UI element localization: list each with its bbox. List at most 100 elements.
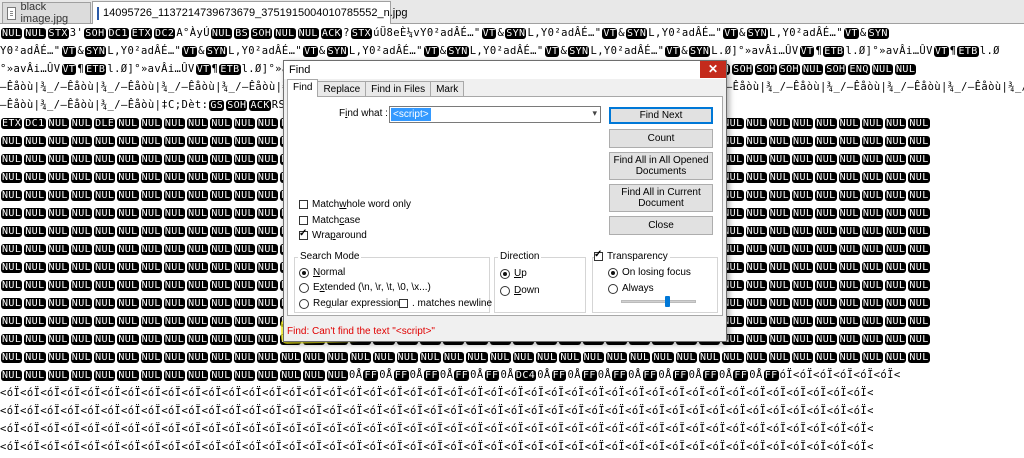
- control-char-token: NUL: [117, 298, 139, 309]
- transparency-on-losing-focus-radio[interactable]: On losing focus: [608, 267, 691, 278]
- text-run: 0Å: [749, 369, 763, 381]
- control-char-token: NUL: [908, 244, 930, 255]
- control-char-token: NUL: [210, 298, 232, 309]
- tab-find-in-files[interactable]: Find in Files: [365, 81, 432, 97]
- text-run: Y0²adÂÉ…": [0, 45, 61, 57]
- control-char-token: NUL: [210, 262, 232, 273]
- wrap-around-checkbox[interactable]: Wrap around: [299, 228, 367, 241]
- control-char-token: NUL: [274, 28, 296, 39]
- control-char-token: VT: [799, 46, 815, 57]
- control-char-token: NUL: [908, 316, 930, 327]
- control-char-token: NUL: [233, 190, 255, 201]
- text-run: L.Ø]°»avÂi…ÛV: [711, 45, 799, 57]
- find-next-button[interactable]: Find Next: [609, 107, 713, 124]
- control-char-token: NUL: [117, 136, 139, 147]
- matches-newline-checkbox[interactable]: . matches newline: [399, 298, 492, 309]
- control-char-token: VT: [665, 46, 681, 57]
- control-char-token: NUL: [745, 208, 767, 219]
- control-char-token: NUL: [256, 316, 279, 327]
- control-char-token: NUL: [1, 280, 23, 291]
- control-char-token: NUL: [908, 136, 930, 147]
- direction-up-radio[interactable]: Up: [500, 268, 527, 279]
- control-char-token: NUL: [210, 370, 232, 381]
- control-char-token: NUL: [94, 154, 116, 165]
- editor-line: NUL NUL NUL NUL NUL NUL NUL NUL NUL NUL NUL NUL NUL N…: [0, 348, 1024, 366]
- control-char-token: NUL: [210, 190, 232, 201]
- find-all-current-button[interactable]: Find All in Current Document: [609, 184, 713, 212]
- text-run: <óÏ<óÏ<óÏ<óÏ<óÏ<óÏ<óÏ<óÏ<óÏ<óÏ<óÏ<óÏ<óÏ<…: [0, 387, 874, 399]
- control-char-token: NUL: [768, 280, 791, 291]
- control-char-token: SOH: [251, 28, 273, 39]
- control-char-token: NUL: [871, 64, 894, 75]
- control-char-token: NUL: [163, 244, 186, 255]
- control-char-token: NUL: [233, 208, 255, 219]
- transparency-always-radio[interactable]: Always: [608, 283, 654, 294]
- chevron-down-icon[interactable]: ▾: [592, 108, 597, 119]
- control-char-token: NUL: [652, 352, 674, 363]
- control-char-token: NUL: [885, 262, 907, 273]
- control-char-token: NUL: [140, 190, 162, 201]
- control-char-token: FF: [581, 370, 597, 381]
- find-what-input[interactable]: <script> ▾: [389, 106, 601, 123]
- close-button[interactable]: Close: [609, 216, 713, 235]
- tab-find[interactable]: Find: [287, 79, 319, 97]
- text-run: l.Ø]°»avÂi…ÛV: [107, 63, 195, 75]
- tab-active-file[interactable]: 14095726_1137214739673679_37519150040107…: [92, 1, 407, 24]
- control-char-token: NUL: [256, 190, 279, 201]
- text-run: &: [859, 27, 867, 39]
- control-char-token: NUL: [297, 28, 319, 39]
- text-run: ¶: [77, 63, 85, 75]
- find-all-opened-button[interactable]: Find All in All Opened Documents: [609, 152, 713, 180]
- control-char-token: DC1: [107, 28, 129, 39]
- control-char-token: NUL: [117, 172, 139, 183]
- text-run: 0Å: [409, 369, 424, 381]
- control-char-token: NUL: [233, 262, 255, 273]
- control-char-token: NUL: [47, 208, 69, 219]
- text-run: óÏ<óÏ<óÏ<óÏ<óÏ<óÏ<: [779, 369, 901, 381]
- control-char-token: NUL: [801, 64, 824, 75]
- control-char-token: NUL: [117, 262, 139, 273]
- close-icon[interactable]: ✕: [700, 61, 726, 78]
- text-run: ¶: [211, 63, 219, 75]
- control-char-token: NUL: [861, 244, 884, 255]
- dialog-titlebar[interactable]: Find ✕: [284, 61, 726, 79]
- match-whole-word-checkbox[interactable]: Match w hole word only: [299, 199, 411, 210]
- control-char-token: NUL: [792, 136, 814, 147]
- control-char-token: NUL: [117, 334, 139, 345]
- match-case-checkbox[interactable]: Match c ase: [299, 215, 360, 226]
- control-char-token: NUL: [117, 370, 139, 381]
- transparency-slider[interactable]: [621, 296, 696, 307]
- control-char-token: NUL: [94, 172, 116, 183]
- control-char-token: NUL: [70, 280, 93, 291]
- search-mode-extended-radio[interactable]: Ex tended (\n, \r, \t, \0, \x...): [299, 282, 431, 293]
- control-char-token: ACK: [320, 28, 343, 39]
- control-char-token: NUL: [861, 280, 884, 291]
- control-char-token: NUL: [443, 352, 465, 363]
- direction-down-radio[interactable]: Down: [500, 285, 540, 296]
- tab-black-image[interactable]: black image.jpg: [2, 1, 91, 25]
- control-char-token: NUL: [163, 226, 186, 237]
- control-char-token: NUL: [117, 154, 139, 165]
- text-run: ¶: [815, 45, 823, 57]
- control-char-token: VT: [602, 28, 618, 39]
- control-char-token: NUL: [187, 370, 209, 381]
- transparency-checkbox[interactable]: Transparency: [594, 249, 670, 262]
- control-char-token: SOH: [226, 100, 248, 111]
- text-run: 0Å: [718, 369, 733, 381]
- control-char-token: NUL: [629, 352, 651, 363]
- slider-thumb[interactable]: [665, 296, 670, 307]
- tab-replace[interactable]: Replace: [317, 81, 367, 97]
- control-char-token: NUL: [815, 352, 837, 363]
- control-char-token: NUL: [70, 244, 93, 255]
- control-char-token: VT: [723, 28, 739, 39]
- find-what-value: <script>: [391, 108, 431, 121]
- control-char-token: ETB: [219, 64, 241, 75]
- search-mode-regex-radio[interactable]: Re g ular expression: [299, 298, 399, 309]
- tab-mark[interactable]: Mark: [430, 81, 465, 97]
- control-char-token: NUL: [24, 262, 46, 273]
- control-char-token: NUL: [163, 118, 186, 129]
- control-char-token: FF: [454, 370, 470, 381]
- search-mode-normal-radio[interactable]: Normal: [299, 267, 345, 278]
- count-button[interactable]: Count: [609, 129, 713, 148]
- control-char-token: NUL: [861, 136, 884, 147]
